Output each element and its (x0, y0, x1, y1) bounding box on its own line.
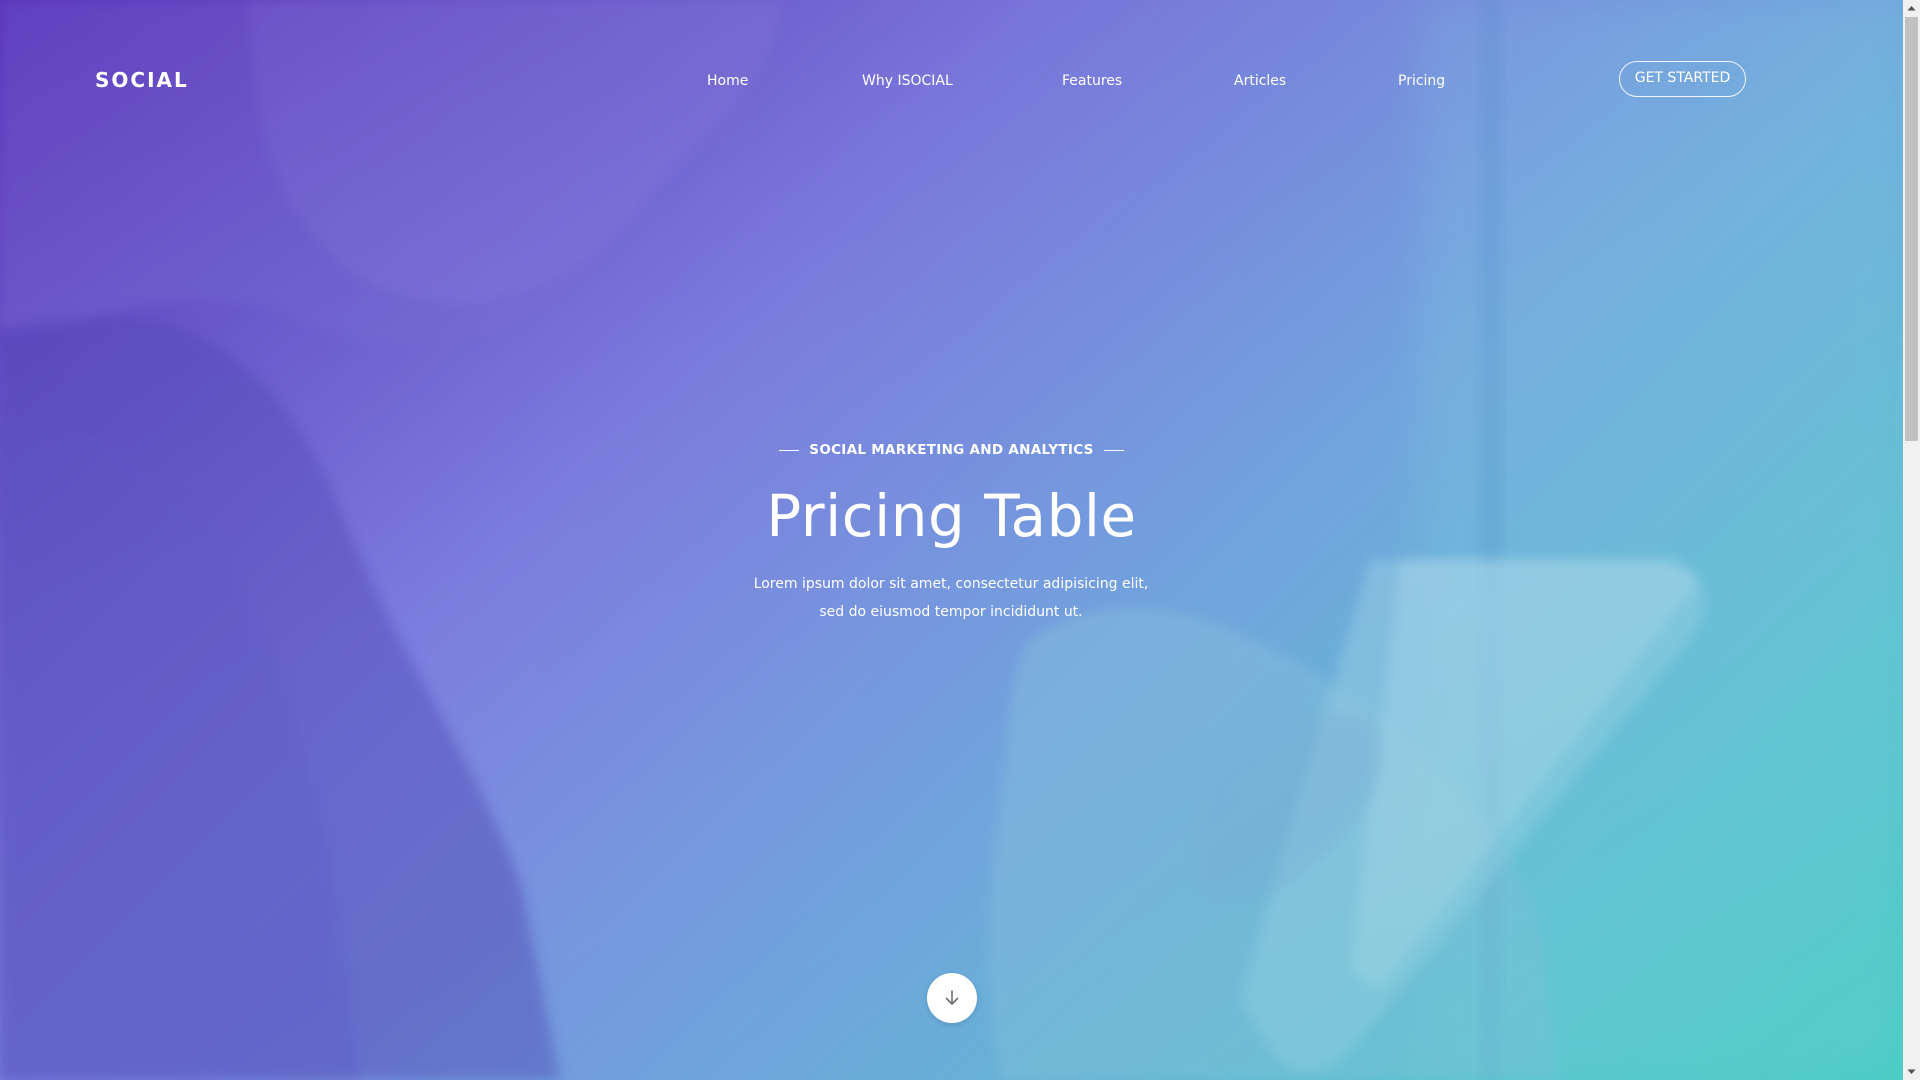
scroll-up-arrow-icon[interactable] (1903, 0, 1920, 17)
nav-home[interactable]: Home (707, 70, 748, 92)
nav-articles[interactable]: Articles (1234, 70, 1286, 92)
top-navigation: SOCIAL Home Why ISOCIAL Features Article… (0, 0, 1903, 160)
eyebrow-line-right (1103, 449, 1124, 451)
hero-subtitle: Lorem ipsum dolor sit amet, consectetur … (753, 576, 1149, 620)
page: SOCIAL Home Why ISOCIAL Features Article… (0, 0, 1920, 1080)
scroll-down-button[interactable] (927, 973, 977, 1023)
eyebrow-line-left (779, 449, 800, 451)
hero-eyebrow: SOCIAL MARKETING AND ANALYTICS (0, 438, 1903, 462)
site-logo[interactable]: SOCIAL (95, 68, 189, 92)
hero-section: SOCIAL Home Why ISOCIAL Features Article… (0, 0, 1903, 1080)
nav-pricing[interactable]: Pricing (1398, 70, 1445, 92)
arrow-down-icon (945, 990, 959, 1005)
nav-why-isocial[interactable]: Why ISOCIAL (862, 70, 953, 92)
scroll-down-arrow-icon[interactable] (1903, 1063, 1920, 1080)
hero-eyebrow-text: SOCIAL MARKETING AND ANALYTICS (809, 442, 1094, 458)
nav-features[interactable]: Features (1062, 70, 1122, 92)
get-started-button[interactable]: GET STARTED (1619, 61, 1746, 97)
scrollbar-thumb[interactable] (1905, 17, 1918, 441)
vertical-scrollbar[interactable] (1903, 0, 1920, 1080)
hero-title: Pricing Table (766, 482, 1137, 550)
